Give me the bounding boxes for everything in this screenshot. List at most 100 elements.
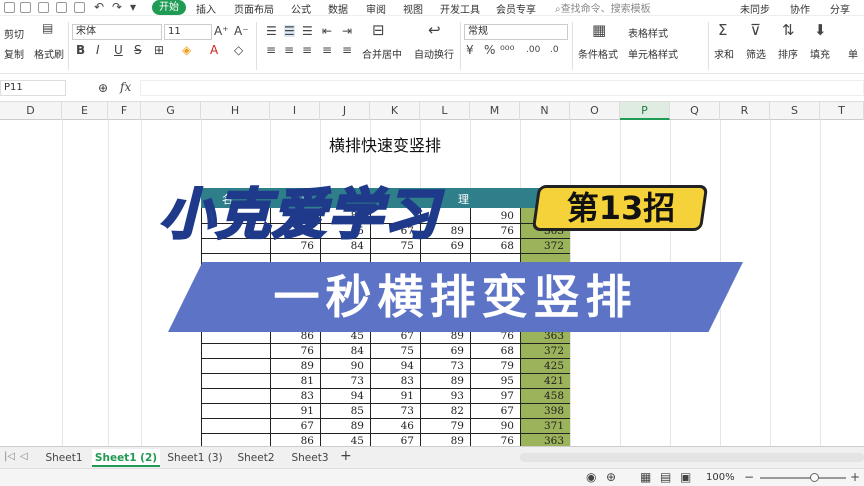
zoom-slider-thumb[interactable]: [810, 473, 819, 482]
col-r[interactable]: R: [720, 102, 770, 120]
bold-icon[interactable]: B: [76, 44, 85, 56]
cell-j[interactable]: 85: [320, 404, 370, 419]
col-e[interactable]: E: [62, 102, 108, 120]
conditional-format-icon[interactable]: ▦: [592, 23, 606, 38]
tab-member[interactable]: 会员专享: [496, 1, 536, 16]
align-right-icon[interactable]: ≡: [302, 44, 312, 56]
clear-format-icon[interactable]: ◇: [234, 44, 243, 56]
border-icon[interactable]: ⊞: [154, 44, 164, 56]
cell-l[interactable]: 79: [420, 419, 470, 434]
cell-n[interactable]: 458: [520, 389, 570, 404]
fill-color-icon[interactable]: ◈: [182, 44, 191, 56]
cell-m[interactable]: 68: [470, 344, 520, 359]
search-input[interactable]: ⌕查找命令、搜索模板: [555, 0, 651, 15]
decrease-decimal-icon[interactable]: .0: [550, 44, 559, 56]
align-middle-icon[interactable]: ☰: [284, 25, 295, 37]
sum-icon[interactable]: Σ: [718, 23, 727, 38]
cell-n[interactable]: 371: [520, 419, 570, 434]
sort-icon[interactable]: ⇅: [782, 23, 795, 38]
col-l[interactable]: L: [420, 102, 470, 120]
paste-icon[interactable]: ▤: [42, 22, 53, 34]
add-sheet-icon[interactable]: +: [340, 449, 352, 463]
cell-l[interactable]: 73: [420, 359, 470, 374]
filter-icon[interactable]: ⊽: [750, 23, 761, 38]
sheet-tab[interactable]: Sheet2: [230, 449, 282, 467]
sheet-tab-active[interactable]: Sheet1 (2): [92, 449, 160, 467]
align-left-icon[interactable]: ≡: [266, 44, 276, 56]
sheet-tab[interactable]: Sheet1: [38, 449, 90, 467]
redo-icon[interactable]: ↷: [112, 1, 122, 13]
cell-i[interactable]: 81: [270, 374, 320, 389]
fill-icon[interactable]: ⬇: [814, 23, 827, 38]
col-n[interactable]: N: [520, 102, 570, 120]
distribute-icon[interactable]: ≡: [342, 44, 352, 56]
currency-icon[interactable]: ¥: [466, 44, 474, 56]
col-m[interactable]: M: [470, 102, 520, 120]
font-color-icon[interactable]: A: [210, 44, 218, 56]
grow-font-icon[interactable]: A⁺: [214, 25, 229, 37]
normal-view-icon[interactable]: ▦: [640, 471, 651, 483]
cell-m[interactable]: 90: [470, 419, 520, 434]
percent-icon[interactable]: %: [484, 44, 495, 56]
sum-button[interactable]: 求和: [714, 46, 734, 61]
underline-icon[interactable]: U: [114, 44, 123, 56]
cell-i[interactable]: 89: [270, 359, 320, 374]
outdent-icon[interactable]: ⇥: [342, 25, 352, 37]
col-k[interactable]: K: [370, 102, 420, 120]
sheet-tab[interactable]: Sheet1 (3): [164, 449, 226, 467]
preview-icon[interactable]: [74, 2, 85, 13]
wrap-icon[interactable]: ↩: [428, 23, 441, 38]
col-h[interactable]: H: [201, 102, 270, 120]
cell-m[interactable]: 67: [470, 404, 520, 419]
zoom-icon[interactable]: ⊕: [98, 82, 108, 94]
cell-n[interactable]: 363: [520, 434, 570, 446]
first-sheet-icon[interactable]: |◁: [4, 451, 15, 463]
indent-icon[interactable]: ⇤: [322, 25, 332, 37]
align-bottom-icon[interactable]: ☰: [302, 25, 313, 37]
col-j[interactable]: J: [320, 102, 370, 120]
sheet-tab[interactable]: Sheet3: [284, 449, 336, 467]
cell-m[interactable]: 68: [470, 239, 520, 254]
prev-sheet-icon[interactable]: ◁: [20, 451, 28, 463]
tab-insert[interactable]: 插入: [196, 1, 216, 16]
cell-j[interactable]: 94: [320, 389, 370, 404]
cell-j[interactable]: 84: [320, 344, 370, 359]
tab-developer[interactable]: 开发工具: [440, 1, 480, 16]
tab-page-layout[interactable]: 页面布局: [234, 1, 274, 16]
thousands-icon[interactable]: ⁰⁰⁰: [500, 44, 514, 56]
cell-j[interactable]: 45: [320, 434, 370, 446]
format-painter-button[interactable]: 格式刷: [34, 46, 64, 61]
cell-l[interactable]: 69: [420, 344, 470, 359]
cell-j[interactable]: 89: [320, 419, 370, 434]
merge-icon[interactable]: ⊟: [372, 23, 385, 38]
page-break-icon[interactable]: ▣: [680, 471, 691, 483]
cell-l[interactable]: 89: [420, 374, 470, 389]
justify-icon[interactable]: ≡: [322, 44, 332, 56]
align-top-icon[interactable]: ☰: [266, 25, 277, 37]
cell-m[interactable]: 76: [470, 224, 520, 239]
tab-start[interactable]: 开始: [152, 0, 186, 15]
zoom-out-icon[interactable]: −: [744, 471, 754, 483]
cell-i[interactable]: 67: [270, 419, 320, 434]
tab-review[interactable]: 审阅: [366, 1, 386, 16]
eye-icon[interactable]: ◉: [586, 471, 596, 483]
fill-button[interactable]: 填充: [810, 46, 830, 61]
col-o[interactable]: O: [570, 102, 620, 120]
cell-l[interactable]: 82: [420, 404, 470, 419]
conditional-format-button[interactable]: 条件格式: [578, 46, 618, 61]
col-s[interactable]: S: [770, 102, 820, 120]
function-icon[interactable]: fx: [120, 81, 131, 93]
cell-l[interactable]: 93: [420, 389, 470, 404]
col-t[interactable]: T: [820, 102, 864, 120]
cell-i[interactable]: 83: [270, 389, 320, 404]
tab-formulas[interactable]: 公式: [291, 1, 311, 16]
view-toggle-icon[interactable]: ⊕: [606, 471, 616, 483]
align-center-icon[interactable]: ≡: [284, 44, 294, 56]
col-f[interactable]: F: [108, 102, 141, 120]
font-name-select[interactable]: 宋体: [72, 24, 162, 40]
filter-button[interactable]: 筛选: [746, 46, 766, 61]
folder-icon[interactable]: [4, 2, 15, 13]
cell-k[interactable]: 94: [370, 359, 420, 374]
cell-n[interactable]: 372: [520, 344, 570, 359]
col-g[interactable]: G: [141, 102, 201, 120]
